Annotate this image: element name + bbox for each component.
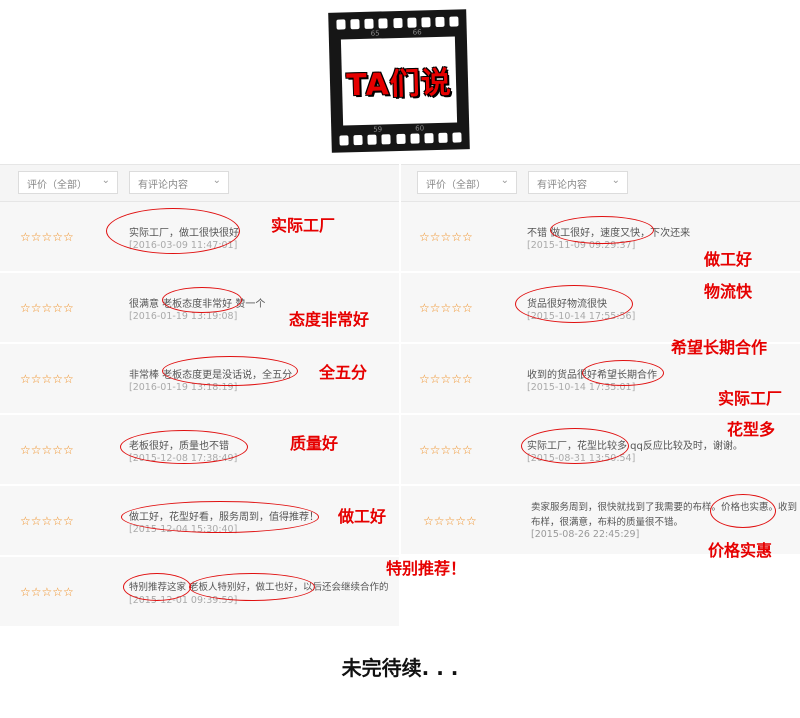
highlight-ellipse <box>710 494 776 528</box>
film-frame: TA们说 <box>340 36 458 126</box>
highlight-ellipse <box>162 356 298 386</box>
annotation-label: 花型多 <box>727 420 776 439</box>
annotation-label: 希望长期合作 <box>671 338 768 357</box>
highlight-ellipse <box>123 573 191 601</box>
annotation-label: 物流快 <box>704 282 753 301</box>
filter-bar: 评价（全部） ⌄ 有评论内容 ⌄ <box>0 164 399 202</box>
annotation-label: 实际工厂 <box>718 389 783 408</box>
content-filter-select[interactable]: 有评论内容 ⌄ <box>129 171 229 194</box>
star-rating: ☆☆☆☆☆ <box>20 585 74 599</box>
content-filter-label: 有评论内容 <box>537 180 587 191</box>
star-rating: ☆☆☆☆☆ <box>419 372 473 386</box>
star-rating: ☆☆☆☆☆ <box>20 514 74 528</box>
star-rating: ☆☆☆☆☆ <box>423 514 477 528</box>
film-number: 59 <box>373 125 383 134</box>
highlight-ellipse <box>550 216 654 244</box>
review-date: [2016-01-19 13:19:08] <box>129 311 238 322</box>
film-number: 65 <box>370 29 380 38</box>
content-filter-label: 有评论内容 <box>138 180 188 191</box>
review-text-continued: 布样，很满意，布料的质量很不错。 <box>531 517 684 528</box>
footer-to-be-continued: 未完待续. . . <box>341 656 459 680</box>
film-number: 66 <box>412 28 422 37</box>
film-number: 60 <box>415 124 425 133</box>
annotation-label: 价格实惠 <box>708 541 773 560</box>
annotation-label: 质量好 <box>290 434 339 453</box>
annotation-label: 做工好 <box>704 250 753 269</box>
highlight-ellipse <box>189 573 315 601</box>
chevron-down-icon: ⌄ <box>101 175 110 186</box>
star-rating: ☆☆☆☆☆ <box>419 443 473 457</box>
highlight-ellipse <box>521 428 629 464</box>
film-strip-badge: 65 66 TA们说 59 60 <box>328 9 470 153</box>
highlight-ellipse <box>515 285 633 323</box>
annotation-label: 态度非常好 <box>289 310 370 329</box>
chevron-down-icon: ⌄ <box>212 175 221 186</box>
highlight-ellipse <box>582 360 664 386</box>
highlight-ellipse <box>120 430 248 464</box>
rating-filter-label: 评价（全部） <box>27 180 87 191</box>
highlight-ellipse <box>121 501 319 533</box>
annotation-label: 特别推荐！ <box>386 559 467 578</box>
annotation-label: 全五分 <box>319 363 368 382</box>
star-rating: ☆☆☆☆☆ <box>20 301 74 315</box>
filter-bar: 评价（全部） ⌄ 有评论内容 ⌄ <box>401 164 800 202</box>
annotation-label: 做工好 <box>338 507 387 526</box>
film-holes-top <box>336 16 459 30</box>
rating-filter-select[interactable]: 评价（全部） ⌄ <box>417 171 517 194</box>
content-filter-select[interactable]: 有评论内容 ⌄ <box>528 171 628 194</box>
review-date: [2015-08-26 22:45:29] <box>531 529 640 540</box>
annotation-label: 实际工厂 <box>271 216 336 235</box>
badge-title: TA们说 <box>345 65 453 104</box>
highlight-ellipse <box>106 208 240 254</box>
highlight-ellipse <box>162 287 242 313</box>
film-holes-bottom <box>339 132 462 146</box>
star-rating: ☆☆☆☆☆ <box>20 372 74 386</box>
chevron-down-icon: ⌄ <box>611 175 620 186</box>
rating-filter-label: 评价（全部） <box>426 180 486 191</box>
star-rating: ☆☆☆☆☆ <box>419 301 473 315</box>
rating-filter-select[interactable]: 评价（全部） ⌄ <box>18 171 118 194</box>
star-rating: ☆☆☆☆☆ <box>20 443 74 457</box>
star-rating: ☆☆☆☆☆ <box>20 230 74 244</box>
chevron-down-icon: ⌄ <box>500 175 509 186</box>
star-rating: ☆☆☆☆☆ <box>419 230 473 244</box>
